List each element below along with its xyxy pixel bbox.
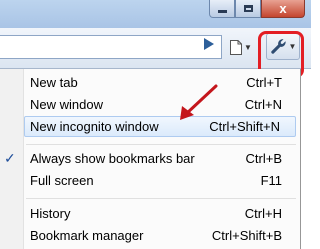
minimize-icon xyxy=(217,10,227,13)
menu-item-label: History xyxy=(30,206,71,221)
maximize-button[interactable] xyxy=(235,0,261,18)
window-controls: x xyxy=(209,0,305,18)
menu-item-shortcut: Ctrl+T xyxy=(246,75,282,90)
menu-separator xyxy=(26,198,296,199)
play-triangle-icon xyxy=(204,38,214,50)
menu-item-label: New window xyxy=(30,97,103,112)
menu-item-label: Full screen xyxy=(30,173,94,188)
menu-item-new-incognito-window[interactable]: New incognito window Ctrl+Shift+N xyxy=(24,116,296,137)
page-icon xyxy=(230,39,243,55)
wrench-dropdown-menu: New tab Ctrl+T New window Ctrl+N New inc… xyxy=(0,69,301,249)
chevron-down-icon: ▼ xyxy=(244,42,252,52)
menu-item-shortcut: F11 xyxy=(260,173,282,188)
menu-item-label: Always show bookmarks bar xyxy=(30,151,195,166)
maximize-icon xyxy=(243,5,253,12)
address-bar[interactable] xyxy=(0,35,222,59)
menu-item-shortcut: Ctrl+B xyxy=(245,151,282,166)
menu-separator xyxy=(26,144,296,145)
minimize-button[interactable] xyxy=(209,0,235,18)
menu-item-history[interactable]: History Ctrl+H xyxy=(26,203,296,224)
close-icon: x xyxy=(279,1,287,16)
close-button[interactable]: x xyxy=(261,0,305,18)
menu-item-shortcut: Ctrl+H xyxy=(244,206,282,221)
annotation-arrow-icon xyxy=(180,84,218,120)
menu-item-shortcut: Ctrl+Shift+B xyxy=(211,228,282,243)
menu-item-label: Bookmark manager xyxy=(30,228,144,243)
go-button[interactable] xyxy=(200,35,218,53)
menu-item-always-show-bookmarks-bar[interactable]: Always show bookmarks bar Ctrl+B xyxy=(26,148,296,169)
menu-item-label: New tab xyxy=(30,75,78,90)
menu-item-shortcut: Ctrl+N xyxy=(244,97,282,112)
page-menu-button[interactable]: ▼ xyxy=(228,34,254,60)
window-titlebar: x xyxy=(0,0,311,28)
menu-item-new-tab[interactable]: New tab Ctrl+T xyxy=(26,72,296,93)
menu-item-new-window[interactable]: New window Ctrl+N xyxy=(26,94,296,115)
menu-item-bookmark-manager[interactable]: Bookmark manager Ctrl+Shift+B xyxy=(26,225,296,246)
menu-item-label: New incognito window xyxy=(30,119,159,134)
menu-item-full-screen[interactable]: Full screen F11 xyxy=(26,170,296,191)
checkmark-icon: ✓ xyxy=(4,150,16,166)
